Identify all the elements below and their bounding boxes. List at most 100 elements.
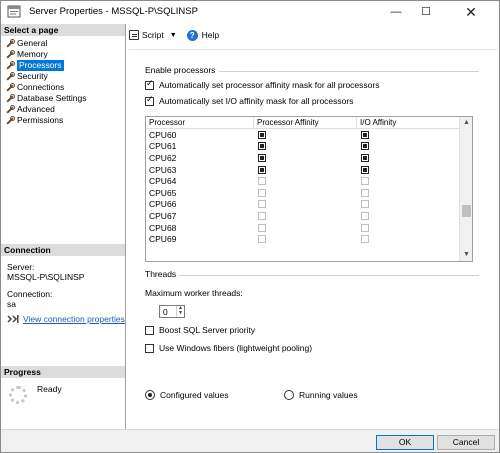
minimize-button[interactable]: — (381, 1, 411, 23)
processor-affinity-cell (254, 153, 357, 162)
running-values-radio[interactable] (284, 390, 294, 400)
help-icon[interactable]: ? (186, 29, 198, 41)
page-item-label: Advanced (17, 104, 55, 114)
threads-title: Threads (145, 269, 177, 279)
auto-processor-affinity-row[interactable]: Automatically set processor affinity mas… (145, 79, 380, 90)
title-bar: Server Properties - MSSQL-P\SQLINSP — ☐ … (1, 1, 499, 23)
dialog-footer: OK Cancel (1, 429, 499, 452)
processor-affinity-checkbox[interactable] (258, 211, 266, 220)
table-row[interactable]: CPU61 (146, 141, 472, 153)
io-affinity-cell (357, 223, 460, 232)
chevron-down-icon[interactable]: ▼ (170, 32, 177, 39)
progress-heading: Progress (1, 366, 125, 378)
table-row[interactable]: CPU63 (146, 164, 472, 176)
windows-fibers-checkbox[interactable] (145, 343, 154, 353)
script-button[interactable]: Script ▼ (129, 30, 177, 40)
progress-status: Ready (37, 384, 62, 394)
max-worker-threads-value[interactable]: 0 (163, 307, 168, 317)
io-affinity-checkbox[interactable] (361, 165, 369, 174)
table-row[interactable]: CPU66 (146, 199, 472, 211)
wrench-icon (5, 83, 15, 92)
auto-processor-affinity-checkbox[interactable] (145, 79, 154, 90)
io-affinity-checkbox[interactable] (361, 188, 369, 197)
max-worker-threads-label: Maximum worker threads: (145, 288, 243, 298)
page-item-memory[interactable]: Memory (1, 49, 125, 60)
scroll-up-icon[interactable]: ▲ (460, 117, 472, 129)
table-row[interactable]: CPU60 (146, 129, 472, 141)
processor-affinity-checkbox[interactable] (258, 235, 266, 244)
view-connection-properties-link[interactable]: View connection properties (23, 314, 125, 324)
wrench-icon (5, 105, 15, 114)
processor-name-cell: CPU67 (149, 210, 177, 221)
auto-io-affinity-row[interactable]: Automatically set I/O affinity mask for … (145, 95, 353, 106)
page-item-general[interactable]: General (1, 38, 125, 49)
table-row[interactable]: CPU67 (146, 210, 472, 222)
processor-name-cell: CPU62 (149, 152, 177, 163)
wrench-icon (5, 61, 15, 70)
io-affinity-checkbox[interactable] (361, 200, 369, 209)
processor-affinity-checkbox[interactable] (258, 130, 266, 139)
page-item-advanced[interactable]: Advanced (1, 104, 125, 115)
page-item-security[interactable]: Security (1, 71, 125, 82)
server-properties-window: Server Properties - MSSQL-P\SQLINSP — ☐ … (0, 0, 500, 453)
toolbar-divider (129, 49, 497, 50)
boost-priority-row[interactable]: Boost SQL Server priority (145, 325, 255, 335)
auto-io-affinity-checkbox[interactable] (145, 95, 154, 106)
column-header-io-affinity[interactable]: I/O Affinity (357, 117, 460, 128)
io-affinity-checkbox[interactable] (361, 130, 369, 139)
running-values-option[interactable]: Running values (284, 390, 358, 400)
connection-properties-icon (7, 315, 19, 323)
table-row[interactable]: CPU62 (146, 152, 472, 164)
ok-button[interactable]: OK (376, 435, 434, 450)
table-row[interactable]: CPU65 (146, 187, 472, 199)
processor-affinity-checkbox[interactable] (258, 177, 266, 186)
io-affinity-checkbox[interactable] (361, 223, 369, 232)
scroll-down-icon[interactable]: ▼ (460, 249, 472, 261)
cancel-button[interactable]: Cancel (437, 435, 495, 450)
io-affinity-checkbox[interactable] (361, 235, 369, 244)
page-item-label: Permissions (17, 115, 64, 125)
table-row[interactable]: CPU68 (146, 222, 472, 234)
processor-affinity-checkbox[interactable] (258, 153, 266, 162)
help-button[interactable]: Help (202, 30, 219, 40)
processor-name-cell: CPU64 (149, 176, 177, 187)
processor-affinity-cell (254, 211, 357, 220)
stepper-arrows-icon[interactable]: ▲ ▼ (176, 306, 184, 317)
processor-grid[interactable]: Processor Processor Affinity I/O Affinit… (145, 116, 473, 262)
boost-priority-checkbox[interactable] (145, 325, 154, 335)
windows-fibers-row[interactable]: Use Windows fibers (lightweight pooling) (145, 343, 312, 353)
auto-processor-affinity-label: Automatically set processor affinity mas… (159, 80, 380, 90)
grid-scrollbar[interactable]: ▲ ▼ (459, 117, 472, 261)
processor-affinity-checkbox[interactable] (258, 142, 266, 151)
io-affinity-checkbox[interactable] (361, 153, 369, 162)
scrollbar-thumb[interactable] (462, 205, 471, 217)
processor-affinity-checkbox[interactable] (258, 165, 266, 174)
window-title: Server Properties - MSSQL-P\SQLINSP (29, 6, 198, 17)
maximize-button[interactable]: ☐ (411, 1, 441, 23)
processor-affinity-checkbox[interactable] (258, 188, 266, 197)
io-affinity-checkbox[interactable] (361, 142, 369, 151)
processor-name-cell: CPU63 (149, 164, 177, 175)
io-affinity-cell (357, 177, 460, 186)
io-affinity-checkbox[interactable] (361, 211, 369, 220)
column-header-processor-affinity[interactable]: Processor Affinity (254, 117, 357, 128)
page-item-label: Database Settings (17, 93, 87, 103)
left-panel: Select a page General Memory Processors … (1, 24, 126, 430)
page-item-permissions[interactable]: Permissions (1, 115, 125, 126)
max-worker-threads-stepper[interactable]: 0 ▲ ▼ (159, 305, 185, 318)
page-item-database-settings[interactable]: Database Settings (1, 93, 125, 104)
processor-name-cell: CPU66 (149, 199, 177, 210)
windows-fibers-label: Use Windows fibers (lightweight pooling) (159, 343, 313, 353)
close-button[interactable]: ✕ (456, 1, 486, 23)
page-item-processors[interactable]: Processors (1, 60, 125, 71)
io-affinity-checkbox[interactable] (361, 177, 369, 186)
configured-values-option[interactable]: Configured values (145, 390, 229, 400)
processor-affinity-checkbox[interactable] (258, 223, 266, 232)
page-item-connections[interactable]: Connections (1, 82, 125, 93)
processor-affinity-checkbox[interactable] (258, 200, 266, 209)
table-row[interactable]: CPU64 (146, 175, 472, 187)
io-affinity-cell (357, 165, 460, 174)
configured-values-radio[interactable] (145, 390, 155, 400)
column-header-processor[interactable]: Processor (146, 117, 254, 128)
table-row[interactable]: CPU69 (146, 233, 472, 245)
